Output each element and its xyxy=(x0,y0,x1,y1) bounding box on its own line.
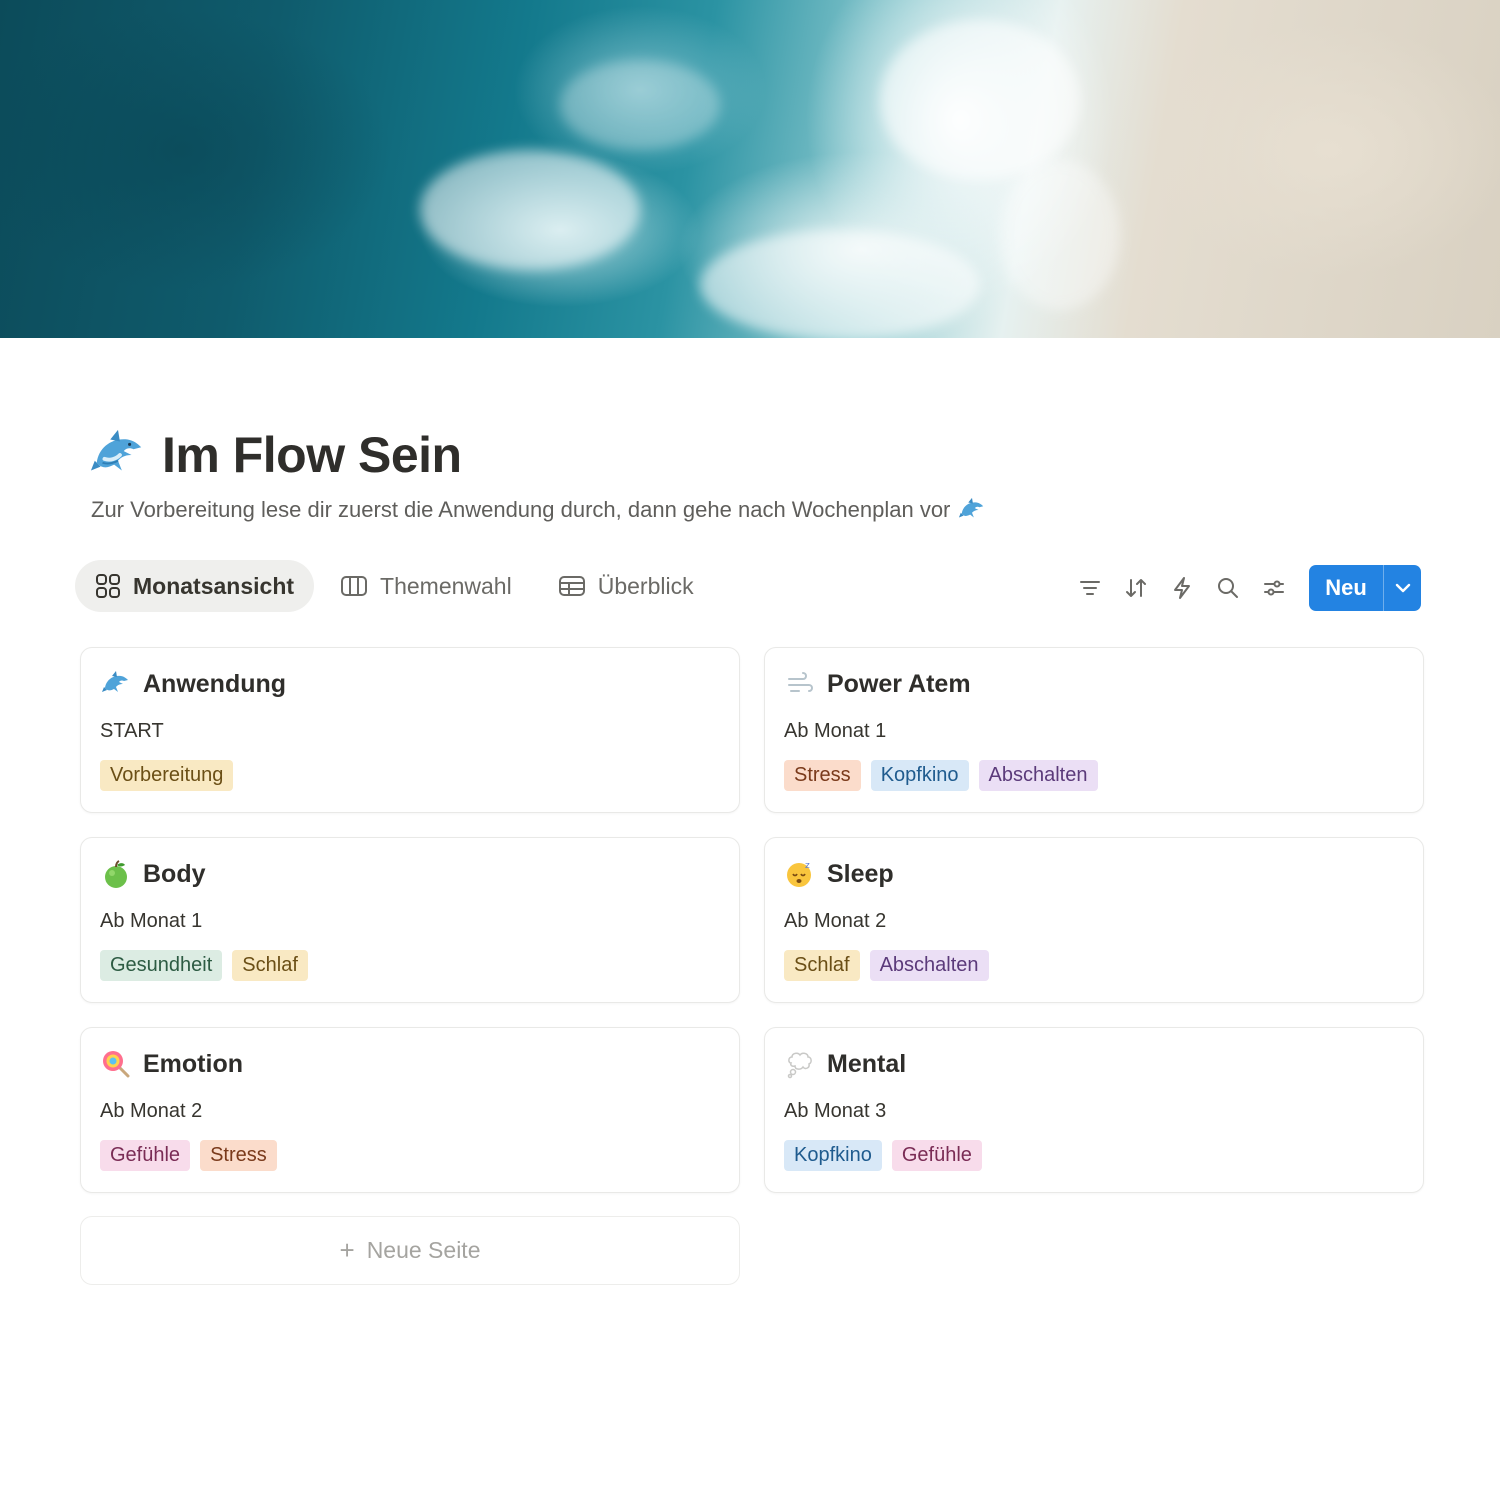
page-header: Im Flow Sein xyxy=(88,420,462,490)
wind-icon xyxy=(783,667,817,701)
tag: Abschalten xyxy=(978,760,1098,791)
dolphin-icon xyxy=(99,667,133,701)
tag: Abschalten xyxy=(869,950,989,981)
card-power-atem[interactable]: Power Atem Ab Monat 1 Stress Kopfkino Ab… xyxy=(764,647,1424,813)
page-title[interactable]: Im Flow Sein xyxy=(162,426,462,484)
tag: Gesundheit xyxy=(100,950,223,981)
svg-text:z: z xyxy=(805,861,810,871)
card-title: Power Atem xyxy=(827,669,971,698)
card-subtitle: Ab Monat 1 xyxy=(784,720,887,742)
search-icon[interactable] xyxy=(1205,565,1251,611)
page-description: Zur Vorbereitung lese dir zuerst die Anw… xyxy=(91,496,986,524)
new-page-label: Neue Seite xyxy=(366,1237,481,1263)
green-apple-icon xyxy=(99,857,133,891)
tag: Stress xyxy=(784,760,861,791)
filter-icon[interactable] xyxy=(1067,565,1113,611)
thought-bubble-icon xyxy=(783,1047,817,1081)
tag-list: Gefühle Stress xyxy=(100,1140,287,1171)
gallery-icon xyxy=(96,574,120,598)
view-tabs: Monatsansicht Themenwahl Überblick xyxy=(75,560,720,612)
tab-ueberblick[interactable]: Überblick xyxy=(538,560,714,612)
tag-list: Vorbereitung xyxy=(100,760,243,791)
database-toolbar: Neu xyxy=(1067,565,1421,611)
tag: Gefühle xyxy=(100,1140,191,1171)
tag: Vorbereitung xyxy=(100,760,234,791)
tag-list: Schlaf Abschalten xyxy=(784,950,999,981)
card-title: Body xyxy=(143,859,206,888)
page-description-text: Zur Vorbereitung lese dir zuerst die Anw… xyxy=(91,497,951,522)
card-mental[interactable]: Mental Ab Monat 3 Kopfkino Gefühle xyxy=(764,1027,1424,1193)
tab-themenwahl[interactable]: Themenwahl xyxy=(320,560,532,612)
card-title: Mental xyxy=(827,1049,907,1078)
new-button[interactable]: Neu xyxy=(1309,565,1421,611)
tab-label: Monatsansicht xyxy=(133,572,295,599)
tag-list: Stress Kopfkino Abschalten xyxy=(784,760,1108,791)
tag-list: Gesundheit Schlaf xyxy=(100,950,318,981)
tab-monatsansicht[interactable]: Monatsansicht xyxy=(75,560,315,612)
tab-label: Überblick xyxy=(597,572,694,599)
tag: Schlaf xyxy=(232,950,308,981)
card-title: Emotion xyxy=(143,1049,243,1078)
card-anwendung[interactable]: Anwendung START Vorbereitung xyxy=(80,647,740,813)
tag: Schlaf xyxy=(784,950,860,981)
automation-icon[interactable] xyxy=(1159,565,1205,611)
dolphin-icon xyxy=(958,496,986,524)
tag: Kopfkino xyxy=(784,1140,882,1171)
card-body[interactable]: Body Ab Monat 1 Gesundheit Schlaf xyxy=(80,837,740,1003)
card-sleep[interactable]: z Sleep Ab Monat 2 Schlaf Abschalten xyxy=(764,837,1424,1003)
cover-image xyxy=(0,0,1500,338)
chevron-down-icon[interactable] xyxy=(1383,565,1421,611)
lollipop-icon xyxy=(99,1047,133,1081)
new-page-button[interactable]: + Neue Seite xyxy=(80,1216,740,1285)
new-button-label[interactable]: Neu xyxy=(1309,565,1383,611)
tag: Kopfkino xyxy=(870,760,969,791)
card-subtitle: START xyxy=(100,720,164,742)
sort-icon[interactable] xyxy=(1113,565,1159,611)
card-subtitle: Ab Monat 2 xyxy=(100,1100,203,1122)
dolphin-icon[interactable] xyxy=(88,425,148,485)
tag-list: Kopfkino Gefühle xyxy=(784,1140,992,1171)
card-title: Anwendung xyxy=(143,669,287,698)
tag: Gefühle xyxy=(891,1140,982,1171)
card-emotion[interactable]: Emotion Ab Monat 2 Gefühle Stress xyxy=(80,1027,740,1193)
tag: Stress xyxy=(200,1140,277,1171)
card-subtitle: Ab Monat 2 xyxy=(784,910,887,932)
card-title: Sleep xyxy=(827,859,894,888)
settings-icon[interactable] xyxy=(1251,565,1297,611)
table-icon xyxy=(558,576,585,596)
sleeping-face-icon: z xyxy=(783,857,817,891)
card-subtitle: Ab Monat 1 xyxy=(100,910,203,932)
card-subtitle: Ab Monat 3 xyxy=(784,1100,887,1122)
tab-label: Themenwahl xyxy=(380,572,512,599)
plus-icon: + xyxy=(339,1235,355,1265)
board-icon xyxy=(341,576,368,596)
